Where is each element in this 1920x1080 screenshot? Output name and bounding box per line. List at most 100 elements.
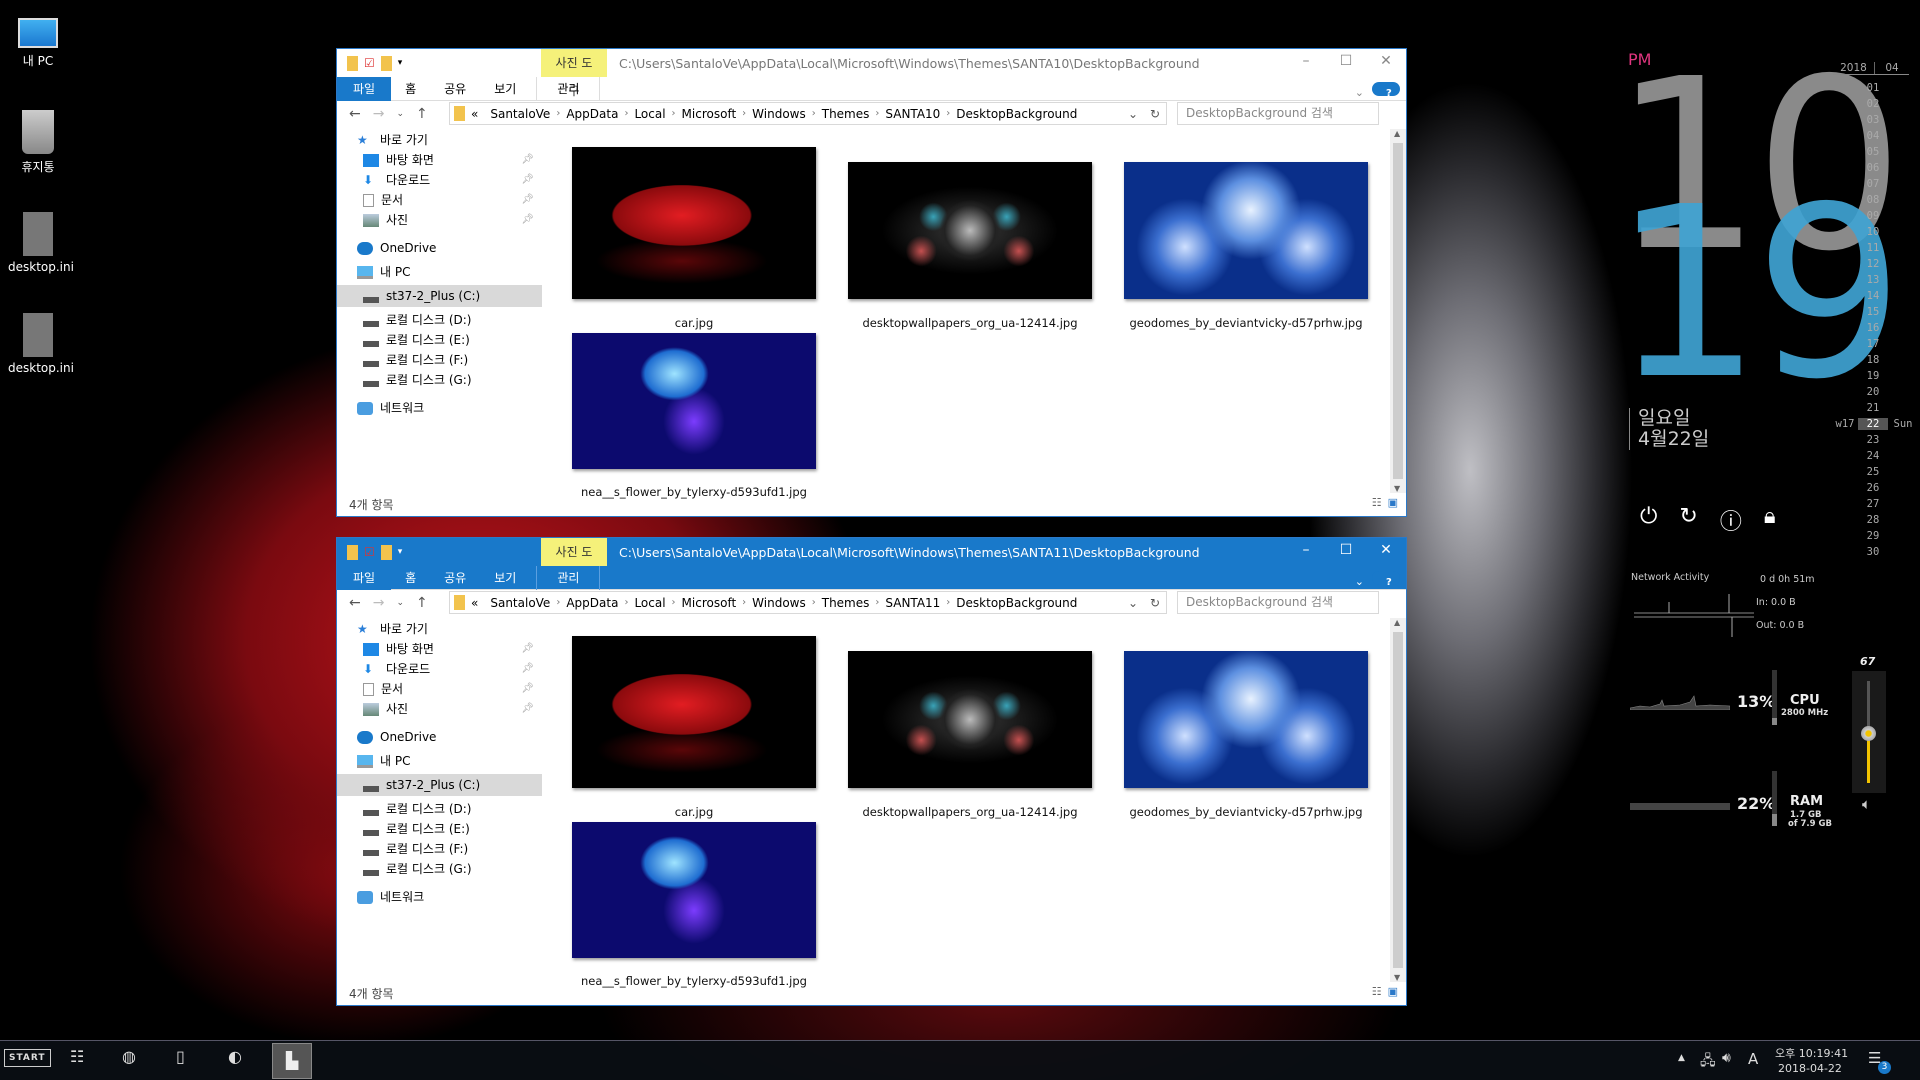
calendar-day[interactable]: 07 [1858,178,1888,190]
file-thumbnail[interactable] [848,651,1092,788]
recent-locations-icon[interactable]: ⌄ [396,109,404,122]
nav-item[interactable]: 사진 📌︎ [337,209,542,231]
explorer-taskbar-icon[interactable]: ▙ [272,1043,312,1079]
breadcrumb-item[interactable]: SANTA11 [879,596,946,610]
scroll-up-icon[interactable]: ▲ [1394,129,1400,138]
customize-qat-icon[interactable]: ▾ [398,547,403,557]
calendar-day[interactable]: 02 [1858,98,1888,110]
pin-icon[interactable]: 📌︎ [521,169,534,191]
calendar-day[interactable]: 17 [1858,338,1888,350]
breadcrumb-item[interactable]: Local [628,596,671,610]
breadcrumb-item[interactable]: SantaloVe [484,596,556,610]
ribbon-tab[interactable]: 관리 [536,565,601,590]
nav-item[interactable]: 바탕 화면 📌︎ [337,638,542,660]
calendar-day[interactable]: 13 [1858,274,1888,286]
forward-icon[interactable]: → [373,106,385,122]
calendar-day[interactable]: 19 [1858,370,1888,382]
up-icon[interactable]: ↑ [416,106,428,122]
nav-item[interactable]: 로컬 디스크 (G:) [337,858,542,880]
nav-item[interactable]: 바탕 화면 📌︎ [337,149,542,171]
file-name[interactable]: car.jpg [544,805,844,819]
file-name[interactable]: car.jpg [544,316,844,330]
file-thumbnail[interactable] [572,822,816,958]
scroll-down-icon[interactable]: ▼ [1394,973,1400,982]
file-name[interactable]: nea__s_flower_by_tylerxy-d593ufd1.jpg [544,485,844,499]
vertical-scrollbar[interactable]: ▲ ▼ [1390,618,1406,982]
ime-indicator[interactable]: A [1748,1050,1758,1068]
nav-item[interactable]: 로컬 디스크 (E:) [337,329,542,351]
ribbon-tab[interactable]: 보기 [480,77,530,101]
details-view-icon[interactable]: ☷ [1372,496,1382,509]
properties-icon[interactable]: ☑ [364,56,375,70]
new-folder-icon[interactable] [380,544,392,560]
power-icon[interactable]: ⏻ [1640,504,1657,536]
volume-knob[interactable] [1861,725,1876,741]
refresh-icon[interactable]: ↻ [1150,107,1160,121]
calendar-day[interactable]: 28 [1858,514,1888,526]
sleep-icon[interactable]: ⓘ [1720,504,1742,536]
file-name[interactable]: nea__s_flower_by_tylerxy-d593ufd1.jpg [544,974,844,988]
nav-item[interactable]: OneDrive [337,726,542,748]
calendar-day[interactable]: 10 [1858,226,1888,238]
file-name[interactable]: desktopwallpapers_org_ua-12414.jpg [820,805,1120,819]
breadcrumb-overflow[interactable]: « [465,596,484,610]
calendar-day[interactable]: 01 [1858,82,1888,94]
search-input[interactable]: DesktopBackground 검색 [1177,102,1379,125]
calendar-day[interactable]: 08 [1858,194,1888,206]
breadcrumb-item[interactable]: Themes [816,107,876,121]
ribbon-tab[interactable]: 관리 [536,76,601,101]
calendar-day[interactable]: 03 [1858,114,1888,126]
volume-slider[interactable] [1852,671,1886,793]
calendar-day[interactable]: 24 [1858,450,1888,462]
close-button[interactable]: ✕ [1366,538,1406,562]
nav-item[interactable]: 로컬 디스크 (F:) [337,349,542,371]
calendar-day[interactable]: 15 [1858,306,1888,318]
lock-icon[interactable]: 🔒︎ [1764,504,1776,536]
breadcrumb-item[interactable]: SantaloVe [484,107,556,121]
file-thumbnail[interactable] [848,162,1092,299]
browser-icon[interactable]: ◐ [228,1047,242,1066]
nav-item[interactable]: st37-2_Plus (C:) [337,774,542,796]
calendar-day[interactable]: 22 [1858,418,1888,430]
customize-qat-icon[interactable]: ▾ [398,58,403,68]
nav-item[interactable]: 로컬 디스크 (D:) [337,309,542,331]
ribbon-tab[interactable]: 홈 [391,77,430,101]
nav-item[interactable]: 로컬 디스크 (F:) [337,838,542,860]
breadcrumb-item[interactable]: DesktopBackground [950,596,1083,610]
file-thumbnail[interactable] [1124,162,1368,299]
minimize-button[interactable]: – [1286,538,1326,562]
desktop-icon-2[interactable]: desktop.ini [8,212,74,274]
nav-item[interactable]: 로컬 디스크 (G:) [337,369,542,391]
maximize-button[interactable]: ☐ [1326,49,1366,73]
start-button[interactable]: START [4,1049,51,1067]
nav-item[interactable]: st37-2_Plus (C:) [337,285,542,307]
phone-icon[interactable]: ▯ [176,1047,185,1066]
nav-item[interactable]: OneDrive [337,237,542,259]
breadcrumb-item[interactable]: DesktopBackground [950,107,1083,121]
calendar-day[interactable]: 26 [1858,482,1888,494]
speaker-icon[interactable]: 🔈︎ [1862,795,1871,813]
address-bar[interactable]: «SantaloVe › AppData › Local › Microsoft › Windo… [449,591,1167,614]
minimize-button[interactable]: – [1286,49,1326,73]
ribbon-tab[interactable]: 파일 [337,76,392,101]
pin-icon[interactable]: 📌︎ [521,678,534,700]
breadcrumb-item[interactable]: Themes [816,596,876,610]
globe-icon[interactable]: ◍ [122,1047,136,1066]
scroll-up-icon[interactable]: ▲ [1394,618,1400,627]
scroll-down-icon[interactable]: ▼ [1394,484,1400,493]
title-bar[interactable]: ☑▾사진 도구C:\Users\SantaloVe\AppData\Local\… [337,49,1406,98]
help-icon[interactable]: ? [1372,571,1400,588]
nav-item[interactable]: 내 PC [337,261,542,283]
address-dropdown-icon[interactable]: ⌄ [1128,107,1138,121]
calendar-day[interactable]: 05 [1858,146,1888,158]
recent-locations-icon[interactable]: ⌄ [396,598,404,611]
new-folder-icon[interactable] [380,55,392,71]
breadcrumb-item[interactable]: Microsoft [676,107,743,121]
pin-icon[interactable]: 📌︎ [521,698,534,720]
nav-item[interactable]: 로컬 디스크 (D:) [337,798,542,820]
calendar-day[interactable]: 25 [1858,466,1888,478]
calendar-day[interactable]: 18 [1858,354,1888,366]
calendar-day[interactable]: 30 [1858,546,1888,558]
ribbon-tab[interactable]: 파일 [337,565,392,590]
scrollbar-thumb[interactable] [1393,143,1403,479]
